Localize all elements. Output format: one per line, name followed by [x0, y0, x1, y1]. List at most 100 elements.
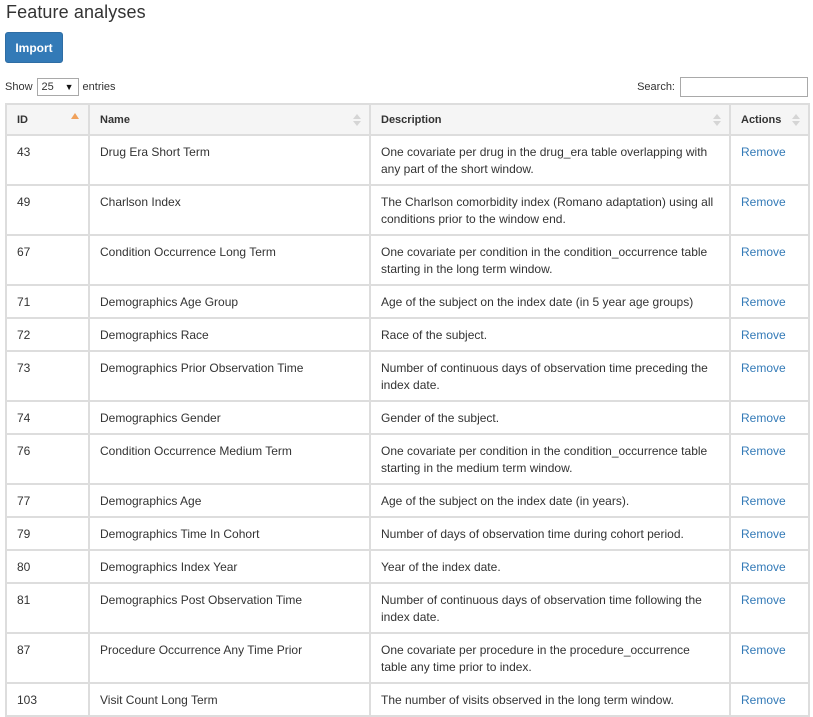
cell-name: Drug Era Short Term — [88, 134, 371, 186]
remove-link[interactable]: Remove — [741, 411, 786, 425]
table-row: 73 Demographics Prior Observation Time N… — [5, 350, 810, 402]
remove-link[interactable]: Remove — [741, 593, 786, 607]
cell-name: Demographics Time In Cohort — [88, 516, 371, 551]
table-row: 77 Demographics Age Age of the subject o… — [5, 483, 810, 518]
search-input[interactable] — [680, 77, 808, 97]
column-header-description[interactable]: Description — [369, 103, 731, 136]
table-row: 87 Procedure Occurrence Any Time Prior O… — [5, 632, 810, 684]
cell-description: Race of the subject. — [369, 317, 731, 352]
remove-link[interactable]: Remove — [741, 361, 786, 375]
cell-description: One covariate per drug in the drug_era t… — [369, 134, 731, 186]
sort-both-icon — [353, 113, 361, 126]
column-header-name-label: Name — [100, 113, 130, 126]
page-title: Feature analyses — [6, 2, 146, 22]
remove-link[interactable]: Remove — [741, 527, 786, 541]
table-row: 80 Demographics Index Year Year of the i… — [5, 549, 810, 584]
cell-actions: Remove — [729, 516, 810, 551]
cell-name: Visit Count Long Term — [88, 682, 371, 717]
cell-actions: Remove — [729, 682, 810, 717]
column-header-id-label: ID — [17, 113, 28, 126]
table-row: 71 Demographics Age Group Age of the sub… — [5, 284, 810, 319]
remove-link[interactable]: Remove — [741, 328, 786, 342]
cell-actions: Remove — [729, 433, 810, 485]
cell-id: 49 — [5, 184, 90, 236]
cell-id: 74 — [5, 400, 90, 435]
remove-link[interactable]: Remove — [741, 693, 786, 707]
cell-description: Number of continuous days of observation… — [369, 582, 731, 634]
remove-link[interactable]: Remove — [741, 295, 786, 309]
cell-id: 87 — [5, 632, 90, 684]
cell-description: One covariate per condition in the condi… — [369, 234, 731, 286]
cell-actions: Remove — [729, 549, 810, 584]
table-row: 76 Condition Occurrence Medium Term One … — [5, 433, 810, 485]
table-row: 49 Charlson Index The Charlson comorbidi… — [5, 184, 810, 236]
remove-link[interactable]: Remove — [741, 560, 786, 574]
table-row: 74 Demographics Gender Gender of the sub… — [5, 400, 810, 435]
table-row: 81 Demographics Post Observation Time Nu… — [5, 582, 810, 634]
cell-name: Condition Occurrence Long Term — [88, 234, 371, 286]
cell-name: Demographics Index Year — [88, 549, 371, 584]
import-button[interactable]: Import — [5, 32, 63, 63]
length-prefix-label: Show — [5, 81, 33, 93]
cell-actions: Remove — [729, 234, 810, 286]
feature-analyses-table: ID Name Description Actions 43 Drug Era … — [5, 103, 810, 717]
cell-id: 76 — [5, 433, 90, 485]
table-row: 103 Visit Count Long Term The number of … — [5, 682, 810, 717]
table-row: 79 Demographics Time In Cohort Number of… — [5, 516, 810, 551]
table-header-row: ID Name Description Actions — [5, 103, 810, 136]
cell-id: 80 — [5, 549, 90, 584]
cell-description: The Charlson comorbidity index (Romano a… — [369, 184, 731, 236]
cell-actions: Remove — [729, 134, 810, 186]
cell-name: Demographics Race — [88, 317, 371, 352]
cell-name: Condition Occurrence Medium Term — [88, 433, 371, 485]
sort-both-icon — [792, 113, 800, 126]
cell-description: One covariate per procedure in the proce… — [369, 632, 731, 684]
sort-ascending-icon — [71, 113, 79, 119]
length-suffix-label: entries — [82, 81, 116, 93]
remove-link[interactable]: Remove — [741, 444, 786, 458]
table-row: 72 Demographics Race Race of the subject… — [5, 317, 810, 352]
column-header-name[interactable]: Name — [88, 103, 371, 136]
column-header-actions-label: Actions — [741, 113, 782, 126]
cell-actions: Remove — [729, 284, 810, 319]
cell-description: Age of the subject on the index date (in… — [369, 284, 731, 319]
cell-id: 43 — [5, 134, 90, 186]
cell-name: Demographics Gender — [88, 400, 371, 435]
cell-description: Year of the index date. — [369, 549, 731, 584]
table-row: 43 Drug Era Short Term One covariate per… — [5, 134, 810, 186]
chevron-down-icon: ▼ — [64, 82, 74, 92]
cell-id: 77 — [5, 483, 90, 518]
cell-id: 79 — [5, 516, 90, 551]
cell-description: Number of days of observation time durin… — [369, 516, 731, 551]
remove-link[interactable]: Remove — [741, 245, 786, 259]
cell-id: 73 — [5, 350, 90, 402]
column-header-description-label: Description — [381, 113, 442, 126]
cell-actions: Remove — [729, 400, 810, 435]
remove-link[interactable]: Remove — [741, 643, 786, 657]
sort-both-icon — [713, 113, 721, 126]
cell-name: Charlson Index — [88, 184, 371, 236]
cell-name: Demographics Prior Observation Time — [88, 350, 371, 402]
cell-name: Procedure Occurrence Any Time Prior — [88, 632, 371, 684]
cell-actions: Remove — [729, 582, 810, 634]
remove-link[interactable]: Remove — [741, 145, 786, 159]
cell-description: Number of continuous days of observation… — [369, 350, 731, 402]
entries-length-control: Show 25 ▼ entries — [5, 78, 116, 96]
column-header-id[interactable]: ID — [5, 103, 90, 136]
search-label: Search: — [637, 81, 675, 93]
entries-per-page-value: 25 — [41, 81, 54, 93]
cell-id: 67 — [5, 234, 90, 286]
cell-description: Gender of the subject. — [369, 400, 731, 435]
cell-description: The number of visits observed in the lon… — [369, 682, 731, 717]
cell-id: 103 — [5, 682, 90, 717]
cell-description: One covariate per condition in the condi… — [369, 433, 731, 485]
cell-actions: Remove — [729, 483, 810, 518]
entries-per-page-select[interactable]: 25 ▼ — [36, 78, 79, 96]
remove-link[interactable]: Remove — [741, 195, 786, 209]
cell-actions: Remove — [729, 632, 810, 684]
cell-actions: Remove — [729, 317, 810, 352]
column-header-actions[interactable]: Actions — [729, 103, 810, 136]
search-control: Search: — [637, 77, 808, 97]
cell-actions: Remove — [729, 184, 810, 236]
remove-link[interactable]: Remove — [741, 494, 786, 508]
